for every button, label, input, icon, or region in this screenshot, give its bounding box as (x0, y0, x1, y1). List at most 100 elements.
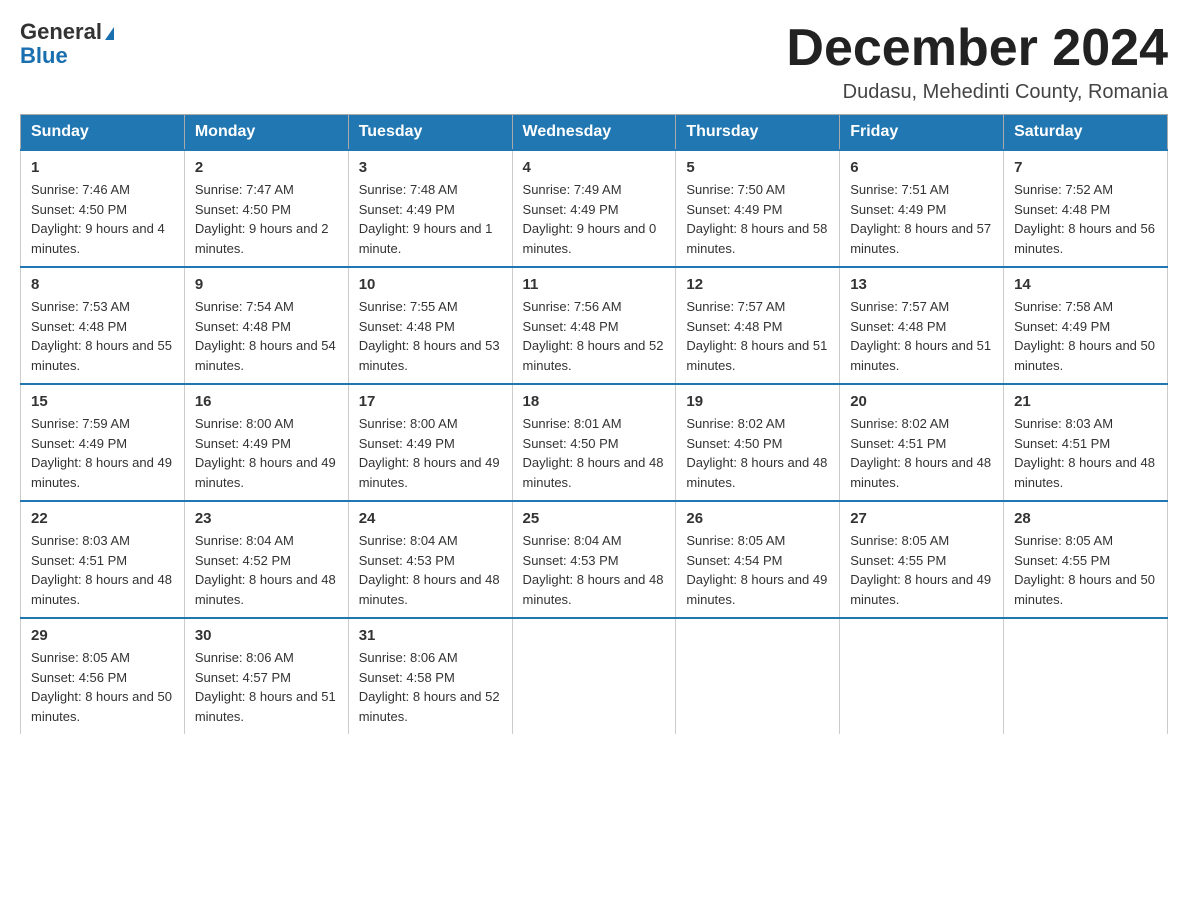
calendar-table: SundayMondayTuesdayWednesdayThursdayFrid… (20, 114, 1168, 734)
day-cell: 5 Sunrise: 7:50 AMSunset: 4:49 PMDayligh… (676, 150, 840, 267)
day-number: 17 (359, 393, 502, 410)
header-wednesday: Wednesday (512, 115, 676, 151)
day-cell (1004, 618, 1168, 734)
day-cell (676, 618, 840, 734)
day-info: Sunrise: 8:01 AMSunset: 4:50 PMDaylight:… (523, 416, 664, 490)
day-cell: 23 Sunrise: 8:04 AMSunset: 4:52 PMDaylig… (184, 501, 348, 618)
week-row-4: 22 Sunrise: 8:03 AMSunset: 4:51 PMDaylig… (21, 501, 1168, 618)
day-info: Sunrise: 8:02 AMSunset: 4:50 PMDaylight:… (686, 416, 827, 490)
day-info: Sunrise: 7:54 AMSunset: 4:48 PMDaylight:… (195, 299, 336, 373)
day-cell: 27 Sunrise: 8:05 AMSunset: 4:55 PMDaylig… (840, 501, 1004, 618)
day-number: 8 (31, 276, 174, 293)
header-sunday: Sunday (21, 115, 185, 151)
day-info: Sunrise: 8:06 AMSunset: 4:57 PMDaylight:… (195, 650, 336, 724)
day-info: Sunrise: 7:53 AMSunset: 4:48 PMDaylight:… (31, 299, 172, 373)
day-cell: 18 Sunrise: 8:01 AMSunset: 4:50 PMDaylig… (512, 384, 676, 501)
day-cell: 30 Sunrise: 8:06 AMSunset: 4:57 PMDaylig… (184, 618, 348, 734)
day-cell (512, 618, 676, 734)
day-cell: 7 Sunrise: 7:52 AMSunset: 4:48 PMDayligh… (1004, 150, 1168, 267)
day-cell: 8 Sunrise: 7:53 AMSunset: 4:48 PMDayligh… (21, 267, 185, 384)
day-info: Sunrise: 7:58 AMSunset: 4:49 PMDaylight:… (1014, 299, 1155, 373)
day-info: Sunrise: 8:05 AMSunset: 4:55 PMDaylight:… (850, 533, 991, 607)
day-number: 13 (850, 276, 993, 293)
day-cell: 28 Sunrise: 8:05 AMSunset: 4:55 PMDaylig… (1004, 501, 1168, 618)
day-cell (840, 618, 1004, 734)
day-cell: 3 Sunrise: 7:48 AMSunset: 4:49 PMDayligh… (348, 150, 512, 267)
day-cell: 19 Sunrise: 8:02 AMSunset: 4:50 PMDaylig… (676, 384, 840, 501)
day-number: 14 (1014, 276, 1157, 293)
day-number: 19 (686, 393, 829, 410)
day-cell: 25 Sunrise: 8:04 AMSunset: 4:53 PMDaylig… (512, 501, 676, 618)
day-number: 7 (1014, 159, 1157, 176)
day-number: 11 (523, 276, 666, 293)
day-cell: 29 Sunrise: 8:05 AMSunset: 4:56 PMDaylig… (21, 618, 185, 734)
day-number: 26 (686, 510, 829, 527)
day-cell: 16 Sunrise: 8:00 AMSunset: 4:49 PMDaylig… (184, 384, 348, 501)
day-info: Sunrise: 7:57 AMSunset: 4:48 PMDaylight:… (686, 299, 827, 373)
header-monday: Monday (184, 115, 348, 151)
day-cell: 31 Sunrise: 8:06 AMSunset: 4:58 PMDaylig… (348, 618, 512, 734)
week-row-3: 15 Sunrise: 7:59 AMSunset: 4:49 PMDaylig… (21, 384, 1168, 501)
day-number: 21 (1014, 393, 1157, 410)
month-title: December 2024 (786, 20, 1168, 77)
day-info: Sunrise: 7:46 AMSunset: 4:50 PMDaylight:… (31, 182, 165, 256)
day-cell: 15 Sunrise: 7:59 AMSunset: 4:49 PMDaylig… (21, 384, 185, 501)
day-cell: 24 Sunrise: 8:04 AMSunset: 4:53 PMDaylig… (348, 501, 512, 618)
day-info: Sunrise: 8:05 AMSunset: 4:54 PMDaylight:… (686, 533, 827, 607)
location: Dudasu, Mehedinti County, Romania (786, 81, 1168, 104)
day-info: Sunrise: 7:48 AMSunset: 4:49 PMDaylight:… (359, 182, 493, 256)
day-number: 3 (359, 159, 502, 176)
day-number: 9 (195, 276, 338, 293)
week-row-1: 1 Sunrise: 7:46 AMSunset: 4:50 PMDayligh… (21, 150, 1168, 267)
day-cell: 10 Sunrise: 7:55 AMSunset: 4:48 PMDaylig… (348, 267, 512, 384)
day-number: 22 (31, 510, 174, 527)
day-cell: 17 Sunrise: 8:00 AMSunset: 4:49 PMDaylig… (348, 384, 512, 501)
logo-blue: Blue (20, 44, 114, 68)
day-cell: 13 Sunrise: 7:57 AMSunset: 4:48 PMDaylig… (840, 267, 1004, 384)
day-cell: 14 Sunrise: 7:58 AMSunset: 4:49 PMDaylig… (1004, 267, 1168, 384)
day-info: Sunrise: 8:02 AMSunset: 4:51 PMDaylight:… (850, 416, 991, 490)
day-cell: 22 Sunrise: 8:03 AMSunset: 4:51 PMDaylig… (21, 501, 185, 618)
header-saturday: Saturday (1004, 115, 1168, 151)
day-number: 1 (31, 159, 174, 176)
header-thursday: Thursday (676, 115, 840, 151)
day-info: Sunrise: 8:06 AMSunset: 4:58 PMDaylight:… (359, 650, 500, 724)
header-friday: Friday (840, 115, 1004, 151)
header-tuesday: Tuesday (348, 115, 512, 151)
day-info: Sunrise: 7:51 AMSunset: 4:49 PMDaylight:… (850, 182, 991, 256)
day-info: Sunrise: 8:03 AMSunset: 4:51 PMDaylight:… (31, 533, 172, 607)
title-block: December 2024 Dudasu, Mehedinti County, … (786, 20, 1168, 104)
page-header: General Blue December 2024 Dudasu, Mehed… (20, 20, 1168, 104)
day-cell: 2 Sunrise: 7:47 AMSunset: 4:50 PMDayligh… (184, 150, 348, 267)
day-info: Sunrise: 8:03 AMSunset: 4:51 PMDaylight:… (1014, 416, 1155, 490)
day-cell: 26 Sunrise: 8:05 AMSunset: 4:54 PMDaylig… (676, 501, 840, 618)
day-number: 25 (523, 510, 666, 527)
day-number: 5 (686, 159, 829, 176)
day-number: 24 (359, 510, 502, 527)
day-info: Sunrise: 7:57 AMSunset: 4:48 PMDaylight:… (850, 299, 991, 373)
day-info: Sunrise: 7:47 AMSunset: 4:50 PMDaylight:… (195, 182, 329, 256)
day-cell: 11 Sunrise: 7:56 AMSunset: 4:48 PMDaylig… (512, 267, 676, 384)
day-cell: 9 Sunrise: 7:54 AMSunset: 4:48 PMDayligh… (184, 267, 348, 384)
day-number: 30 (195, 627, 338, 644)
day-info: Sunrise: 8:00 AMSunset: 4:49 PMDaylight:… (359, 416, 500, 490)
logo: General Blue (20, 20, 114, 68)
day-info: Sunrise: 7:49 AMSunset: 4:49 PMDaylight:… (523, 182, 657, 256)
day-info: Sunrise: 7:59 AMSunset: 4:49 PMDaylight:… (31, 416, 172, 490)
day-number: 2 (195, 159, 338, 176)
day-info: Sunrise: 7:52 AMSunset: 4:48 PMDaylight:… (1014, 182, 1155, 256)
day-number: 31 (359, 627, 502, 644)
day-info: Sunrise: 7:50 AMSunset: 4:49 PMDaylight:… (686, 182, 827, 256)
week-row-5: 29 Sunrise: 8:05 AMSunset: 4:56 PMDaylig… (21, 618, 1168, 734)
day-number: 6 (850, 159, 993, 176)
day-number: 10 (359, 276, 502, 293)
day-number: 4 (523, 159, 666, 176)
day-number: 29 (31, 627, 174, 644)
day-number: 23 (195, 510, 338, 527)
day-number: 18 (523, 393, 666, 410)
day-cell: 12 Sunrise: 7:57 AMSunset: 4:48 PMDaylig… (676, 267, 840, 384)
logo-general: General (20, 20, 114, 44)
day-info: Sunrise: 8:00 AMSunset: 4:49 PMDaylight:… (195, 416, 336, 490)
day-number: 28 (1014, 510, 1157, 527)
day-cell: 1 Sunrise: 7:46 AMSunset: 4:50 PMDayligh… (21, 150, 185, 267)
